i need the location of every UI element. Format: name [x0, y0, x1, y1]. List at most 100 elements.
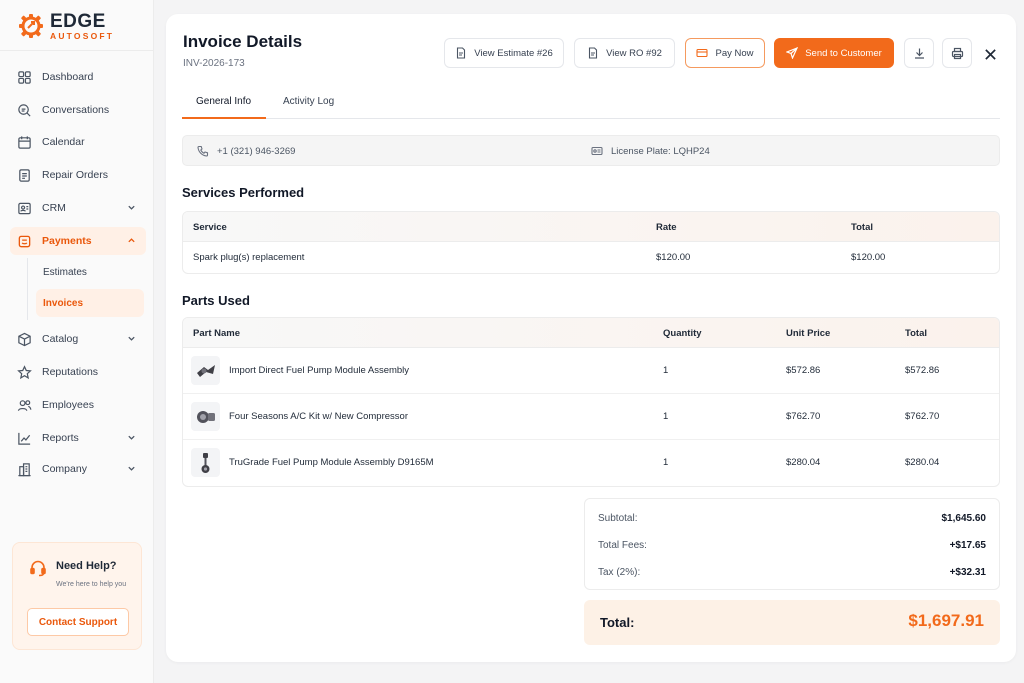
part-quantity: 1: [663, 457, 669, 468]
services-table: Service Rate Total Spark plug(s) replace…: [182, 211, 1000, 274]
address-book-icon: [17, 201, 32, 216]
credit-card-icon: [696, 48, 709, 58]
pay-now-button[interactable]: Pay Now: [685, 38, 765, 68]
total-value: $1,697.91: [908, 611, 984, 630]
sidebar-item-label: Dashboard: [42, 71, 94, 83]
service-name: Spark plug(s) replacement: [193, 252, 305, 263]
table-row: Four Seasons A/C Kit w/ New Compressor 1…: [183, 394, 999, 440]
tab-bar: General Info Activity Log: [182, 92, 1000, 119]
brand-logo[interactable]: EDGE AUTOSOFT: [18, 12, 114, 41]
gear-logo-icon: [19, 14, 43, 39]
sidebar-item-payments[interactable]: Payments: [10, 227, 146, 255]
sidebar-item-label: Conversations: [42, 104, 110, 116]
table-row: Spark plug(s) replacement $120.00 $120.0…: [183, 242, 999, 273]
license-plate-info: License Plate: LQHP24: [591, 145, 710, 157]
total-label: Total:: [600, 615, 635, 630]
sidebar-item-label: Payments: [42, 235, 92, 247]
chart-icon: [17, 431, 32, 446]
sidebar-subitem-invoices[interactable]: Invoices: [36, 289, 144, 317]
sidebar-item-label: Catalog: [42, 333, 79, 345]
table-row: Import Direct Fuel Pump Module Assembly …: [183, 348, 999, 394]
invoice-panel: Invoice Details INV-2026-173 View Estima…: [166, 14, 1016, 662]
download-button[interactable]: [904, 38, 934, 68]
sidebar-item-label: Reputations: [42, 366, 99, 378]
view-estimate-button[interactable]: View Estimate #26: [444, 38, 564, 68]
chevron-down-icon: [128, 205, 135, 210]
sidebar-subitem-estimates[interactable]: Estimates: [36, 258, 144, 286]
fees-label: Total Fees:: [598, 540, 647, 551]
column-header: Total: [905, 328, 927, 339]
part-thumbnail: [191, 402, 220, 431]
sidebar-item-calendar[interactable]: Calendar: [10, 128, 146, 156]
sidebar-item-conversations[interactable]: Conversations: [10, 96, 146, 124]
sidebar-item-reports[interactable]: Reports: [10, 424, 146, 452]
part-quantity: 1: [663, 365, 669, 376]
table-header: Service Rate Total: [183, 212, 999, 242]
send-icon: [786, 47, 799, 59]
part-name: Four Seasons A/C Kit w/ New Compressor: [229, 411, 408, 422]
column-header: Quantity: [663, 328, 702, 339]
calendar-icon: [17, 135, 32, 150]
fuel-pump-icon: [196, 364, 215, 377]
column-header: Unit Price: [786, 328, 831, 339]
headset-icon: [30, 560, 46, 577]
sidebar-subitem-label: Invoices: [43, 297, 84, 309]
users-icon: [17, 398, 32, 413]
part-total: $762.70: [905, 411, 940, 422]
close-icon: [984, 48, 996, 60]
phone-info: +1 (321) 946-3269: [197, 145, 295, 157]
tax-value: +$32.31: [949, 567, 986, 578]
part-thumbnail: [191, 356, 220, 385]
chevron-down-icon: [128, 466, 135, 471]
column-header: Service: [193, 222, 227, 233]
grand-total: Total: $1,697.91: [584, 600, 1000, 645]
tab-activity-log[interactable]: Activity Log: [283, 96, 334, 107]
contact-support-button[interactable]: Contact Support: [27, 608, 129, 636]
view-ro-label: View RO #92: [606, 47, 662, 59]
subtotal-label: Subtotal:: [598, 513, 638, 524]
active-tab-indicator: [182, 117, 266, 119]
print-button[interactable]: [942, 38, 972, 68]
sidebar-item-label: Calendar: [42, 136, 85, 148]
tab-general-info[interactable]: General Info: [196, 96, 251, 107]
payment-icon: [17, 234, 32, 249]
building-icon: [17, 462, 32, 477]
help-subtitle: We're here to help you: [56, 581, 127, 588]
compressor-icon: [196, 410, 215, 423]
view-ro-button[interactable]: View RO #92: [574, 38, 675, 68]
chevron-down-icon: [128, 336, 135, 341]
download-icon: [914, 48, 924, 59]
sidebar-item-repair-orders[interactable]: Repair Orders: [10, 161, 146, 189]
submenu-line: [27, 258, 28, 320]
pay-now-label: Pay Now: [715, 47, 754, 59]
table-header: Part Name Quantity Unit Price Total: [183, 318, 999, 348]
part-thumbnail: [191, 448, 220, 477]
sidebar-item-label: Repair Orders: [42, 169, 108, 181]
sidebar-item-label: Company: [42, 463, 87, 475]
sidebar-item-reputations[interactable]: Reputations: [10, 358, 146, 386]
close-button[interactable]: [980, 44, 1000, 64]
box-icon: [17, 332, 32, 347]
table-row: TruGrade Fuel Pump Module Assembly D9165…: [183, 440, 999, 486]
service-rate: $120.00: [656, 252, 691, 263]
column-header: Part Name: [193, 328, 240, 339]
part-total: $280.04: [905, 457, 940, 468]
invoice-summary: Subtotal: $1,645.60 Total Fees: +$17.65 …: [584, 498, 1000, 590]
document-icon: [457, 47, 466, 59]
id-card-icon: [591, 146, 603, 156]
help-card: Need Help? We're here to help you Contac…: [12, 542, 142, 650]
tax-label: Tax (2%):: [598, 567, 641, 578]
fees-value: +$17.65: [949, 540, 986, 551]
sidebar-item-company[interactable]: Company: [10, 455, 146, 483]
send-to-customer-label: Send to Customer: [805, 47, 882, 59]
subtotal-value: $1,645.60: [941, 513, 987, 524]
sidebar-item-dashboard[interactable]: Dashboard: [10, 63, 146, 91]
column-header: Total: [851, 222, 873, 233]
send-to-customer-button[interactable]: Send to Customer: [774, 38, 894, 68]
part-unit-price: $280.04: [786, 457, 821, 468]
service-total: $120.00: [851, 252, 886, 263]
view-estimate-label: View Estimate #26: [474, 47, 553, 59]
sidebar-item-crm[interactable]: CRM: [10, 194, 146, 222]
sidebar-item-employees[interactable]: Employees: [10, 391, 146, 419]
sidebar-item-catalog[interactable]: Catalog: [10, 325, 146, 353]
